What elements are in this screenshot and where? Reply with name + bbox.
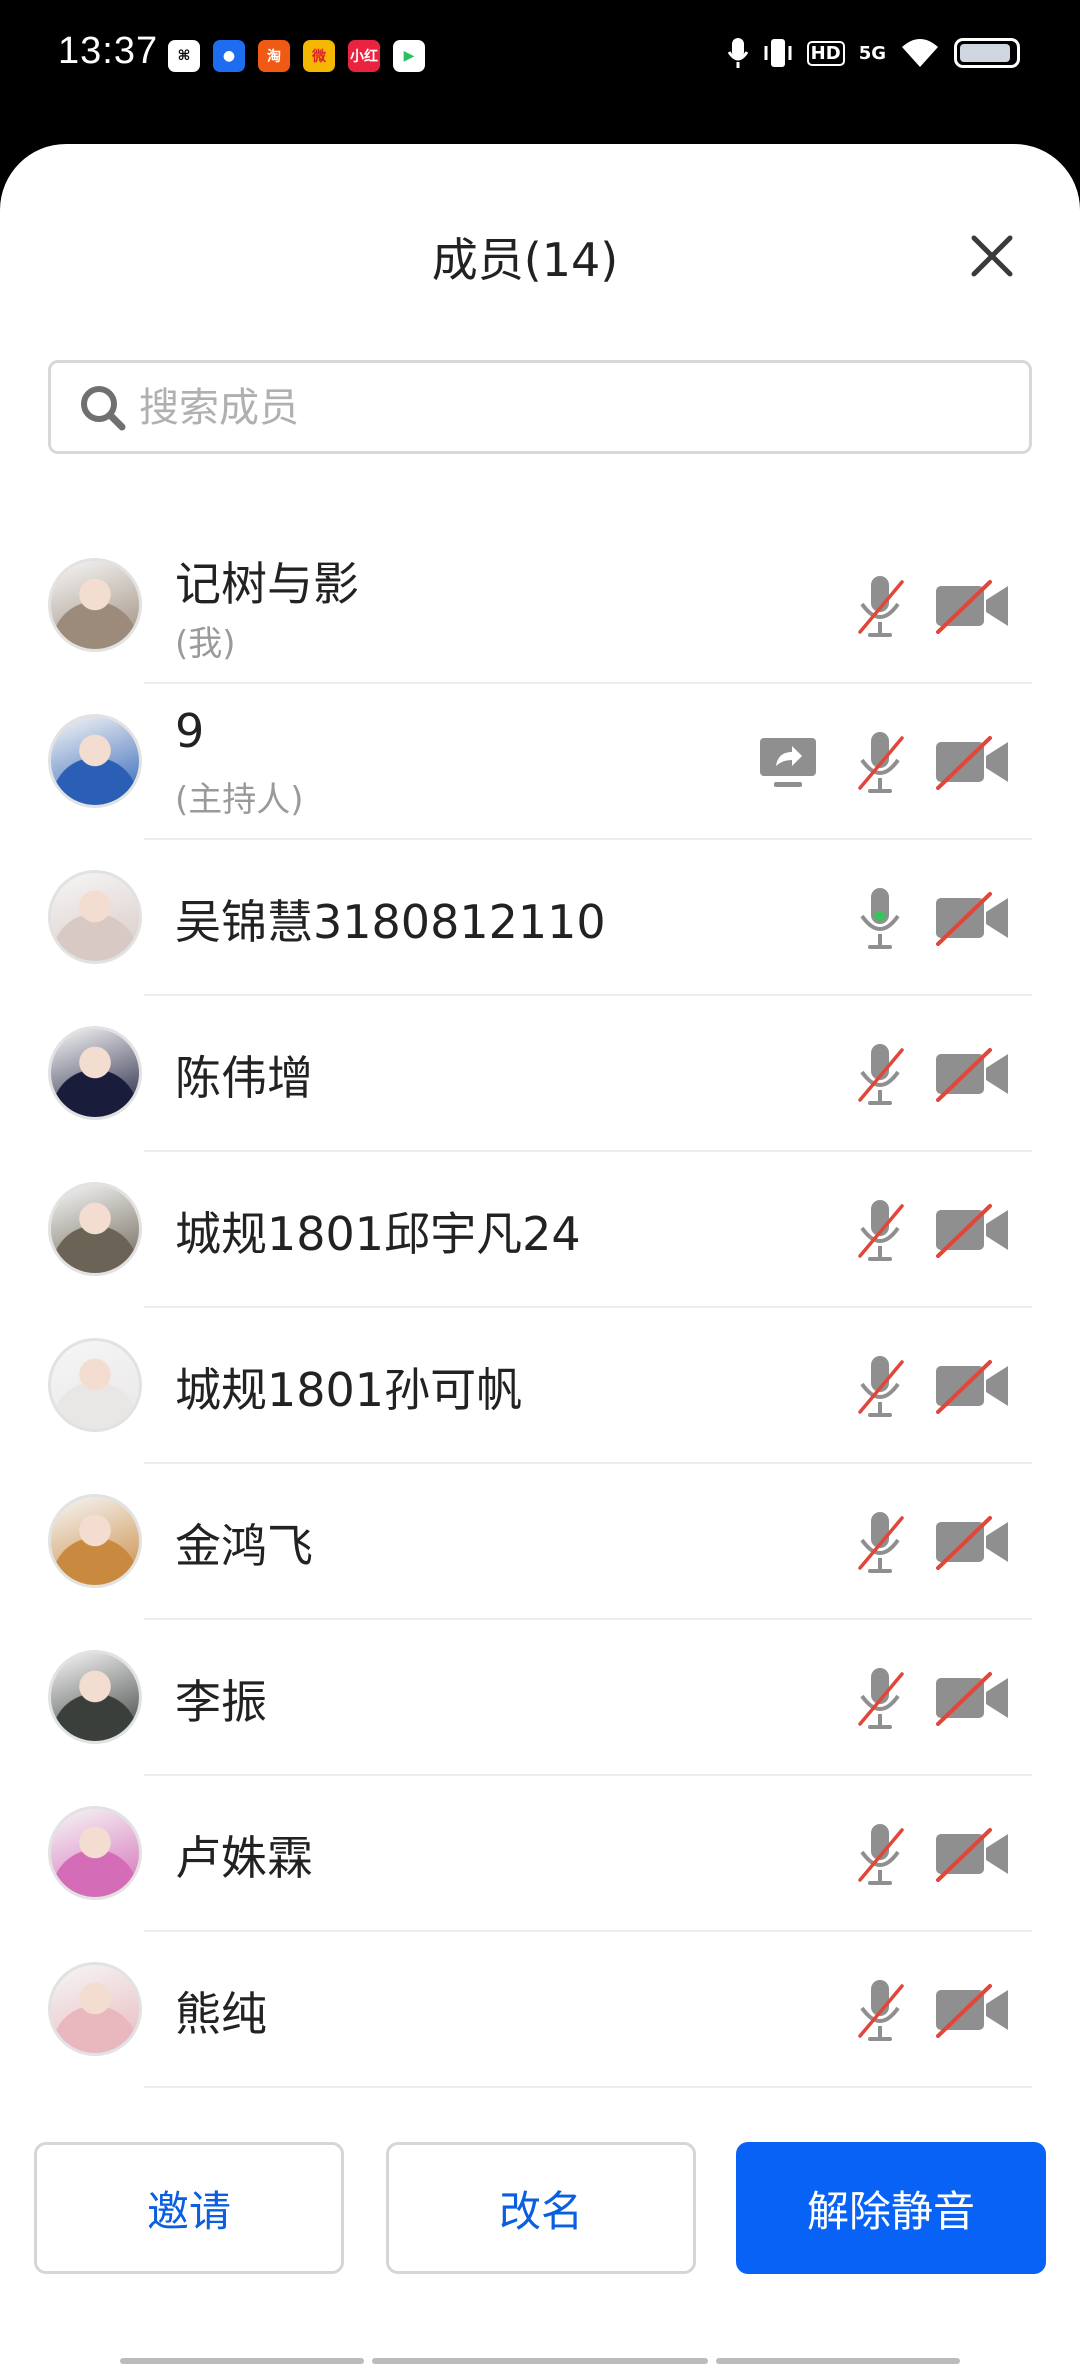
member-row[interactable]: 记树与影 (我) xyxy=(0,528,1080,684)
microphone-muted-icon[interactable] xyxy=(852,1352,908,1420)
member-name: 吴锦慧3180812110 xyxy=(175,895,606,949)
member-name: 陈伟增 xyxy=(175,1051,313,1105)
avatar xyxy=(48,1494,142,1588)
rename-button[interactable]: 改名 xyxy=(386,2142,696,2274)
avatar xyxy=(48,1182,142,1276)
vibrate-icon xyxy=(764,39,792,67)
microphone-muted-icon[interactable] xyxy=(852,572,908,640)
unmute-button[interactable]: 解除静音 xyxy=(736,2142,1046,2274)
member-name: 李振 xyxy=(175,1675,267,1729)
nav-bar-segment xyxy=(716,2358,960,2364)
member-row[interactable]: 9 (主持人) xyxy=(0,684,1080,840)
microphone-muted-icon[interactable] xyxy=(852,1820,908,1888)
camera-off-icon[interactable] xyxy=(934,1670,1010,1726)
microphone-status-icon xyxy=(727,38,748,68)
battery-icon xyxy=(954,38,1020,68)
avatar xyxy=(48,870,142,964)
microphone-muted-icon[interactable] xyxy=(852,1976,908,2044)
camera-off-icon[interactable] xyxy=(934,1202,1010,1258)
member-name: 熊纯 xyxy=(175,1987,267,2041)
nav-bar-segment xyxy=(372,2358,708,2364)
panel-title: 成员(14) xyxy=(431,233,619,287)
nav-bar-segment xyxy=(120,2358,364,2364)
camera-off-icon[interactable] xyxy=(934,890,1010,946)
member-name: 城规1801邱宇凡24 xyxy=(175,1207,581,1261)
member-name: 9 xyxy=(175,704,205,758)
camera-off-icon[interactable] xyxy=(934,734,1010,790)
member-row[interactable]: 城规1801孙可帆 xyxy=(0,1308,1080,1464)
member-list: 记树与影 (我) 9 (主持人) 吴锦慧3180812110 陈伟增 城规180… xyxy=(0,528,1080,2088)
avatar xyxy=(48,558,142,652)
microphone-muted-icon[interactable] xyxy=(852,1196,908,1264)
app-icon-taobao: 淘 xyxy=(258,40,290,72)
avatar xyxy=(48,1806,142,1900)
notification-icons: ⌘ ● 淘微小红 ▶ xyxy=(168,40,425,72)
search-icon xyxy=(81,386,126,431)
system-icons: HD 5G xyxy=(727,36,1020,70)
hd-icon: HD xyxy=(806,40,845,66)
member-name: 卢姝霖 xyxy=(175,1831,313,1885)
microphone-muted-icon[interactable] xyxy=(852,728,908,796)
avatar xyxy=(48,714,142,808)
app-icon-weibo: 微 xyxy=(303,40,335,72)
camera-off-icon[interactable] xyxy=(934,578,1010,634)
search-box[interactable] xyxy=(48,360,1032,454)
member-name: 记树与影 xyxy=(175,557,359,611)
status-time: 13:37 xyxy=(58,30,159,72)
member-row[interactable]: 熊纯 xyxy=(0,1932,1080,2088)
signal-5g-icon: 5G xyxy=(858,42,886,64)
members-panel: 成员(14) 记树与影 (我) 9 (主持人) 吴锦慧3180812110 xyxy=(0,144,1080,2376)
camera-off-icon[interactable] xyxy=(934,1514,1010,1570)
close-icon[interactable] xyxy=(968,232,1016,280)
status-bar: 13:37 ⌘ ● 淘微小红 ▶ HD 5G xyxy=(0,0,1080,140)
member-role: (主持人) xyxy=(175,780,304,820)
member-row[interactable]: 陈伟增 xyxy=(0,996,1080,1152)
microphone-muted-icon[interactable] xyxy=(852,1040,908,1108)
avatar xyxy=(48,1338,142,1432)
avatar xyxy=(48,1962,142,2056)
app-icon-xiaohongshu: 小红 xyxy=(348,40,380,72)
member-role: (我) xyxy=(175,624,236,664)
member-name: 金鸿飞 xyxy=(175,1519,313,1573)
camera-off-icon[interactable] xyxy=(934,1046,1010,1102)
microphone-muted-icon[interactable] xyxy=(852,1508,908,1576)
camera-off-icon[interactable] xyxy=(934,1982,1010,2038)
member-row[interactable]: 城规1801邱宇凡24 xyxy=(0,1152,1080,1308)
invite-button[interactable]: 邀请 xyxy=(34,2142,344,2274)
search-input[interactable] xyxy=(137,373,1001,443)
member-row[interactable]: 卢姝霖 xyxy=(0,1776,1080,1932)
camera-off-icon[interactable] xyxy=(934,1826,1010,1882)
app-icon-2: ● xyxy=(213,40,245,72)
app-icon-video: ▶ xyxy=(393,40,425,72)
member-row[interactable]: 李振 xyxy=(0,1620,1080,1776)
divider xyxy=(144,2086,1032,2088)
avatar xyxy=(48,1650,142,1744)
screen-share-icon xyxy=(760,738,816,787)
microphone-on-icon[interactable] xyxy=(852,884,908,952)
app-icon-1: ⌘ xyxy=(168,40,200,72)
wifi-icon xyxy=(902,39,938,67)
member-row[interactable]: 金鸿飞 xyxy=(0,1464,1080,1620)
avatar xyxy=(48,1026,142,1120)
member-row[interactable]: 吴锦慧3180812110 xyxy=(0,840,1080,996)
microphone-muted-icon[interactable] xyxy=(852,1664,908,1732)
member-name: 城规1801孙可帆 xyxy=(175,1363,523,1417)
camera-off-icon[interactable] xyxy=(934,1358,1010,1414)
